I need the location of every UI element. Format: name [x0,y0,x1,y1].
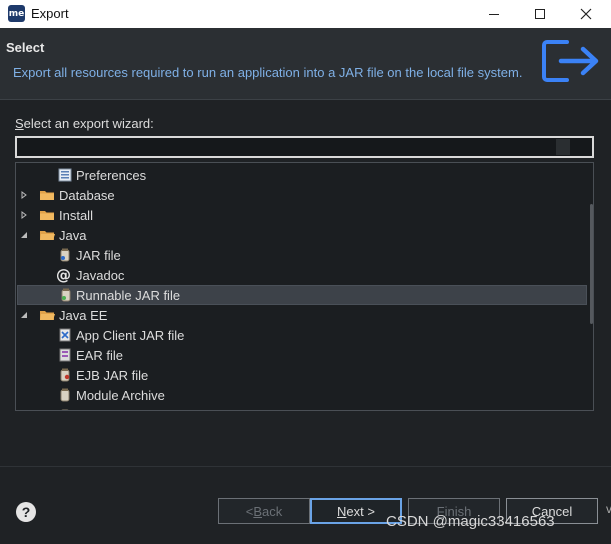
back-button[interactable]: < Back [218,498,310,524]
export-icon [542,40,599,82]
footer-divider [0,466,611,467]
page-description: Export all resources required to run an … [13,65,523,80]
back-arrow: < [245,503,254,519]
runnable-jar-icon [61,288,71,302]
jar-icon [60,248,70,262]
label-text: elect an export wizard: [23,116,154,131]
mnemonic-letter: N [337,503,347,519]
tree-scrollbar[interactable] [590,204,593,324]
tree-item-label: App Client JAR file [76,327,185,343]
tree-item-app-client-jar-file[interactable]: App Client JAR file [17,325,587,345]
tree-item-label: Java [59,227,87,243]
minimize-icon [489,13,499,15]
tree-item-java-ee[interactable]: Java EE [17,305,587,325]
collapse-arrow-icon[interactable] [19,310,29,320]
tree-item-install[interactable]: Install [17,205,587,225]
minimize-button[interactable] [471,0,517,28]
folder-icon [40,191,54,200]
help-icon[interactable]: ? [16,502,36,522]
maximize-icon [535,9,545,19]
tree-item-label: JAR file [76,247,121,263]
tree-item-database[interactable]: Database [17,185,587,205]
tree-item-java[interactable]: Java [17,225,587,245]
tree-item-label: Javadoc [76,267,125,283]
mnemonic-letter: B [253,503,263,519]
folder-icon [40,231,55,240]
page-title: Select [6,40,45,55]
close-button[interactable] [563,0,609,28]
chevron-right-icon [21,211,27,219]
chevron-down-icon [21,312,27,318]
tree-item-runnable-jar-file[interactable]: Runnable JAR file [17,285,587,305]
maximize-button[interactable] [517,0,563,28]
window-title: Export [31,6,69,21]
tree-item-label: EAR file [76,347,123,363]
tree-item-ejb-jar-file[interactable]: EJB JAR file [17,365,587,385]
tree-item-label: EJB JAR file [76,367,149,383]
folder-icon [40,311,55,320]
expand-arrow-icon[interactable] [19,210,29,220]
tree-item-label: Install [59,207,93,223]
preferences-icon [58,168,72,182]
module-archive-icon [60,388,70,402]
wizard-filter-input[interactable] [15,136,594,158]
edge-glyph: v [606,502,611,516]
ear-icon [59,348,71,362]
chevron-down-icon [21,232,27,238]
tree-item-label: Java EE [59,307,108,323]
expand-arrow-icon[interactable] [19,190,29,200]
window-titlebar: me Export [0,0,611,28]
ejb-jar-icon [60,368,70,382]
tree-item-preferences[interactable]: Preferences [17,165,587,185]
next-label: ext > [346,503,375,519]
chevron-right-icon [21,191,27,199]
javadoc-icon: @ [56,266,71,284]
select-wizard-label: Select an export wizard: [15,116,154,131]
tree-item-javadoc[interactable]: @ Javadoc [17,265,587,285]
collapse-arrow-icon[interactable] [19,230,29,240]
folder-icon [40,211,54,220]
jar-icon [61,409,69,410]
tree-item-module-archive[interactable]: Module Archive [17,385,587,405]
filter-input-inner [556,139,570,155]
tree-item-label: Database [59,187,115,203]
watermark-text: CSDN @magic33416563 [386,513,555,530]
tree-item-partial[interactable] [17,405,587,410]
mnemonic-letter: S [15,116,24,131]
tree-item-ear-file[interactable]: EAR file [17,345,587,365]
wizard-header: Select Export all resources required to … [0,28,611,100]
tree-item-label: Module Archive [76,387,165,403]
back-label: ack [262,503,283,519]
app-icon: me [8,5,25,22]
tree-item-jar-file[interactable]: JAR file [17,245,587,265]
tree-item-label: Preferences [76,167,147,183]
close-icon [580,8,592,20]
export-wizard-tree[interactable]: Preferences Database Install Java JAR fi… [15,162,594,411]
app-client-jar-icon [59,328,71,342]
tree-item-label: Runnable JAR file [76,287,181,303]
